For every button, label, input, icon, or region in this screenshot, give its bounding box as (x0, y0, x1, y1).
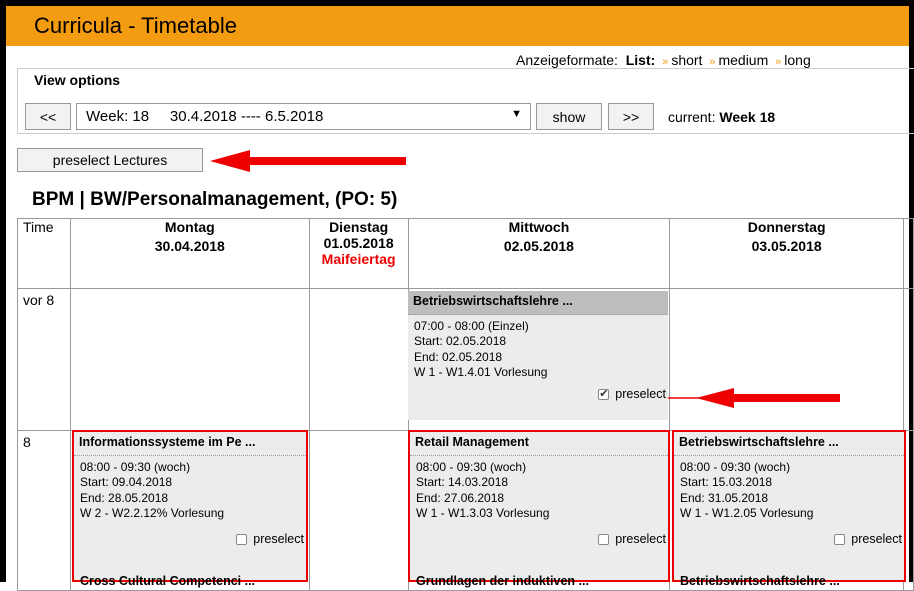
annotation-arrow-icon (210, 150, 406, 172)
formats-list-label: List: (625, 52, 656, 68)
lecture-time: 08:00 - 09:30 (woch) (80, 459, 191, 474)
lecture-room: W 2 - W2.2.12% Vorlesung (80, 506, 225, 520)
preselect-lectures-button[interactable]: preselect Lectures (17, 148, 203, 172)
day-name: Mittwoch (508, 219, 570, 235)
day-name: Donnerstag (747, 219, 826, 235)
lecture-title: Retail Management (410, 432, 668, 456)
preselect-checkbox[interactable] (598, 534, 610, 546)
lecture-time: 08:00 - 09:30 (woch) (680, 459, 791, 474)
current-week: current: Week 18 (668, 109, 775, 125)
lecture-title: Informationssysteme im Pe ... (74, 432, 306, 456)
display-formats: Anzeigeformate: List: » short » medium » lo… (516, 52, 811, 68)
preselect-checkbox[interactable] (236, 534, 248, 546)
lecture-end: End: 31.05.2018 (680, 490, 769, 505)
day-header-mittwoch: Mittwoch 02.05.2018 (407, 218, 671, 289)
lecture-end: End: 27.06.2018 (416, 490, 505, 505)
annotation-arrow-icon (668, 388, 840, 408)
holiday-label: Maifeiertag (321, 251, 396, 267)
title-bar: Curricula - Timetable (6, 6, 909, 46)
time-cell: 8 (17, 430, 71, 591)
day-date: 02.05.2018 (503, 238, 574, 254)
day-name: Montag (164, 219, 215, 235)
slot-cell (308, 288, 409, 431)
preselect-label: preselect (851, 532, 902, 546)
dropdown-arrow-icon: ▼ (511, 108, 522, 120)
preselect-label: preselect (253, 532, 304, 546)
format-long-link[interactable]: long (784, 52, 810, 68)
lecture-start: Start: 15.03.2018 (680, 475, 773, 489)
lecture-title: Betriebswirtschaftslehre ... (674, 432, 904, 456)
lecture-card[interactable]: Betriebswirtschaftslehre ... 07:00 - 08:… (408, 291, 668, 420)
week-select-value: Week: 18 30.4.2018 ---- 6.5.2018 (86, 108, 324, 125)
lecture-title: Betriebswirtschaftslehre ... (408, 291, 668, 315)
week-select[interactable]: Week: 18 30.4.2018 ---- 6.5.2018 ▼ (76, 103, 531, 130)
slot-cell (308, 430, 409, 591)
preselect-checkbox[interactable] (834, 534, 846, 546)
prev-week-button[interactable]: << (25, 103, 71, 130)
sep-icon: » (775, 56, 782, 68)
slot-cell (669, 288, 904, 431)
lecture-end: End: 02.05.2018 (414, 349, 503, 364)
preselect-label: preselect (615, 532, 666, 546)
view-options-legend: View options (29, 72, 126, 88)
day-header-dienstag: Dienstag 01.05.2018 Maifeiertag (308, 218, 409, 289)
page-title: Curricula - Timetable (34, 13, 237, 38)
lecture-start: Start: 09.04.2018 (80, 475, 173, 489)
slot-cell (902, 288, 914, 431)
preselect-option[interactable]: preselect (598, 386, 666, 402)
preselect-option[interactable]: preselect (236, 532, 304, 548)
app-window: Curricula - Timetable Anzeigeformate: Li… (0, 0, 914, 591)
window-border-left (0, 0, 6, 582)
time-cell: vor 8 (17, 288, 71, 431)
preselect-label: preselect (615, 386, 666, 401)
lecture-room: W 1 - W1.4.01 Vorlesung (414, 365, 548, 379)
lecture-time: 08:00 - 09:30 (woch) (416, 459, 527, 474)
lecture-card[interactable]: Retail Management 08:00 - 09:30 (woch) S… (408, 430, 670, 588)
current-week-label: current: (668, 109, 716, 125)
lecture-card[interactable]: Betriebswirtschaftslehre ... 08:00 - 09:… (672, 430, 906, 588)
lecture-time: 07:00 - 08:00 (Einzel) (414, 318, 529, 333)
lecture-end: End: 28.05.2018 (80, 490, 169, 505)
day-name: Dienstag (329, 219, 389, 235)
sep-icon: » (662, 56, 669, 68)
lecture-start: Start: 14.03.2018 (416, 475, 509, 489)
day-header-donnerstag: Donnerstag 03.05.2018 (669, 218, 904, 289)
lecture-room: W 1 - W1.3.03 Vorlesung (416, 506, 550, 520)
formats-label: Anzeigeformate: (516, 52, 618, 68)
preselect-checkbox[interactable] (598, 387, 610, 402)
current-week-value: Week 18 (719, 109, 776, 125)
lecture-card[interactable]: Informationssysteme im Pe ... 08:00 - 09… (72, 430, 308, 588)
format-medium-link[interactable]: medium (718, 52, 768, 68)
day-date: 03.05.2018 (751, 238, 822, 254)
day-date: 30.04.2018 (154, 238, 225, 254)
preselect-option[interactable]: preselect (598, 532, 666, 548)
slot-cell (69, 288, 310, 431)
day-date: 01.05.2018 (323, 235, 394, 251)
preselect-option[interactable]: preselect (834, 532, 902, 548)
day-header-overflow (902, 218, 914, 289)
next-week-button[interactable]: >> (608, 103, 654, 130)
show-button[interactable]: show (536, 103, 602, 130)
sep-icon: » (709, 56, 716, 68)
time-header: Time (17, 218, 71, 289)
program-heading: BPM | BW/Personalmanagement, (PO: 5) (32, 189, 398, 210)
format-short-link[interactable]: short (671, 52, 702, 68)
lecture-room: W 1 - W1.2.05 Vorlesung (680, 506, 814, 520)
day-header-montag: Montag 30.04.2018 (69, 218, 310, 289)
lecture-start: Start: 02.05.2018 (414, 334, 507, 348)
